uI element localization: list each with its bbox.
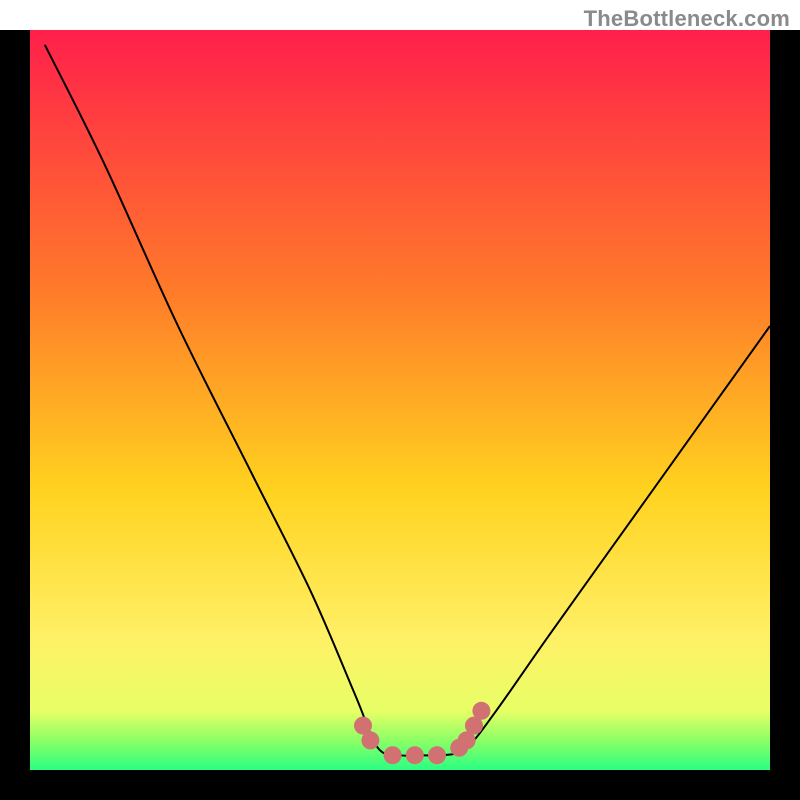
curve-marker [472, 702, 490, 720]
curve-marker [384, 746, 402, 764]
curve-marker [406, 746, 424, 764]
frame-bottom [0, 770, 800, 800]
curve-marker [361, 731, 379, 749]
frame-left [0, 30, 30, 800]
bottleneck-chart: TheBottleneck.com [0, 0, 800, 800]
curve-marker [428, 746, 446, 764]
chart-canvas [0, 0, 800, 800]
frame-right [770, 30, 800, 800]
plot-area [30, 30, 770, 770]
attribution-label: TheBottleneck.com [584, 6, 790, 32]
